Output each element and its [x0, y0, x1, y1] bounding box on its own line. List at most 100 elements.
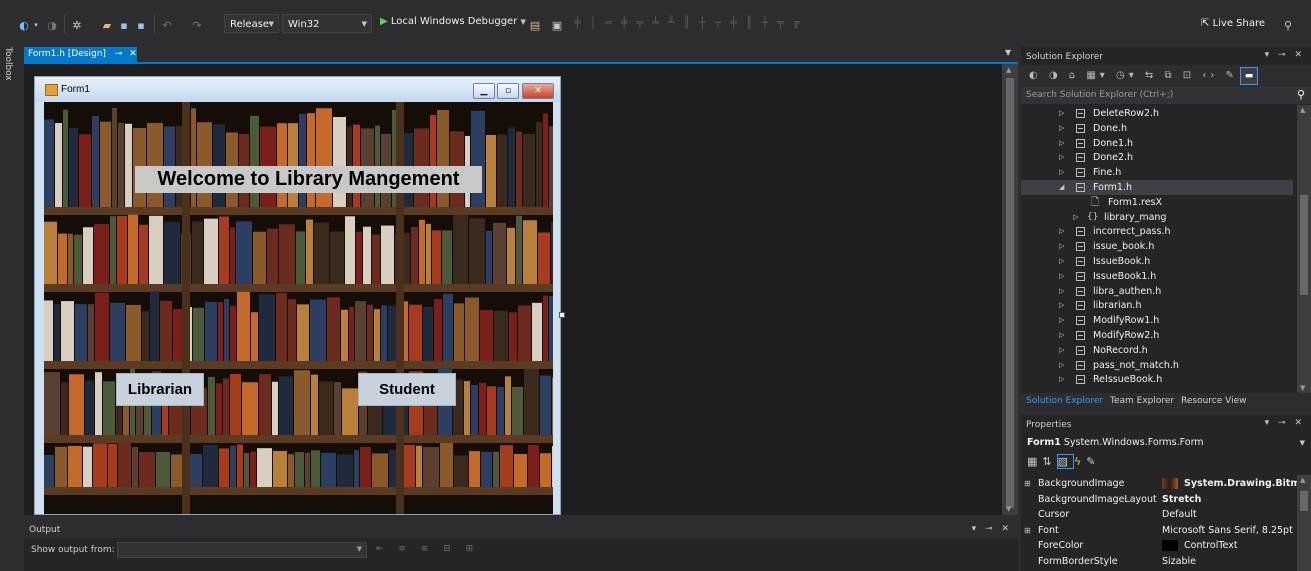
back-nav-icon[interactable]: ◐: [18, 18, 30, 32]
chevron-down-icon[interactable]: ▼: [1300, 439, 1305, 447]
maximize-icon[interactable]: ▫: [497, 83, 519, 99]
collapsed-arrow-icon[interactable]: ▷: [1059, 269, 1064, 284]
property-row[interactable]: FormBorderStyle Sizable: [1021, 554, 1297, 569]
open-folder-icon[interactable]: ▰: [100, 18, 114, 32]
view-grid-icon[interactable]: ▣: [550, 18, 564, 32]
property-value-cell[interactable]: ControlText: [1162, 538, 1238, 553]
save-all-icon[interactable]: ▪: [134, 18, 148, 32]
tree-item[interactable]: ▷ incorrect_pass.h: [1021, 224, 1293, 239]
tree-item[interactable]: ▷ issue_book.h: [1021, 239, 1293, 254]
panel-controls[interactable]: ▾ ⊸ ✕: [1265, 418, 1305, 428]
property-row[interactable]: Cursor Default: [1021, 507, 1297, 522]
collapsed-arrow-icon[interactable]: ▷: [1059, 328, 1064, 343]
property-value-cell[interactable]: Microsoft Sans Serif, 8.25pt: [1162, 523, 1293, 538]
tab-form1-design[interactable]: Form1.h [Design] ⊸ ✕: [24, 47, 137, 62]
search-icon[interactable]: ⚲: [1297, 88, 1305, 101]
collapsed-arrow-icon[interactable]: ▷: [1059, 239, 1064, 254]
tree-item[interactable]: ◢ Form1.h: [1021, 180, 1293, 195]
collapsed-arrow-icon[interactable]: ▷: [1059, 254, 1064, 269]
collapsed-arrow-icon[interactable]: ▷: [1059, 106, 1064, 121]
toolbox-tab[interactable]: Toolbox: [3, 47, 13, 81]
tree-item[interactable]: ▷ Done1.h: [1021, 136, 1293, 151]
librarian-button[interactable]: Librarian: [116, 373, 204, 406]
undo-icon[interactable]: ↶: [160, 18, 174, 32]
scrollbar-thumb[interactable]: [1300, 195, 1308, 295]
alphabetical-icon[interactable]: ⇅: [1042, 455, 1056, 468]
expand-icon[interactable]: ⊞: [1024, 523, 1031, 538]
save-icon[interactable]: ▪: [118, 18, 130, 32]
tab-team-explorer[interactable]: Team Explorer: [1110, 393, 1174, 410]
scroll-up-icon[interactable]: ▲: [1300, 476, 1305, 484]
solution-tree-scrollbar[interactable]: ▲ ▼: [1297, 105, 1311, 393]
tree-item[interactable]: ▷ ModifyRow1.h: [1021, 313, 1293, 328]
categorized-icon[interactable]: ▦: [1027, 455, 1042, 468]
tree-item[interactable]: ▷ librarian.h: [1021, 298, 1293, 313]
welcome-label[interactable]: Welcome to Library Mangement: [135, 166, 482, 193]
tree-item[interactable]: ▷ ReIssueBook.h: [1021, 372, 1293, 387]
solution-explorer-tool-icons[interactable]: ◐ ◑ ⌂ ▦▾ ◷▾ ⇆ ⧉ ⊡ ‹› ✎: [1029, 70, 1238, 81]
toolbar-action-icon[interactable]: ▤: [528, 18, 542, 32]
events-icon[interactable]: ϟ: [1074, 455, 1086, 468]
solution-search-box[interactable]: Search Solution Explorer (Ctrl+;) ⚲: [1021, 87, 1311, 104]
student-button[interactable]: Student: [358, 373, 456, 406]
properties-object-selector[interactable]: Form1 System.Windows.Forms.Form: [1027, 437, 1204, 448]
collapsed-arrow-icon[interactable]: ▷: [1059, 121, 1064, 136]
live-share-button[interactable]: ⇱ Live Share: [1201, 18, 1265, 29]
tree-item[interactable]: ▷ DeleteRow2.h: [1021, 106, 1293, 121]
resize-handle[interactable]: [559, 312, 565, 318]
collapsed-arrow-icon[interactable]: ▷: [1059, 298, 1064, 313]
tab-solution-explorer[interactable]: Solution Explorer: [1026, 393, 1103, 410]
tree-item[interactable]: ▷ {} library_mang: [1021, 210, 1293, 225]
close-icon[interactable]: ✕: [522, 83, 554, 99]
expanded-arrow-icon[interactable]: ◢: [1059, 180, 1064, 195]
tree-item[interactable]: ▷ NoRecord.h: [1021, 343, 1293, 358]
tree-item[interactable]: ▷ Done2.h: [1021, 150, 1293, 165]
scrollbar-thumb[interactable]: [1300, 491, 1308, 511]
form1-window[interactable]: Form1 ▁ ▫ ✕ Welcome to Library Mangement…: [34, 76, 561, 515]
collapsed-arrow-icon[interactable]: ▷: [1059, 313, 1064, 328]
panel-controls[interactable]: ▾ ⊸ ✕: [972, 524, 1012, 534]
scroll-up-icon[interactable]: ▲: [1300, 106, 1305, 114]
property-row[interactable]: BackgroundImageLayout Stretch: [1021, 492, 1297, 507]
property-row[interactable]: ⊞ Font Microsoft Sans Serif, 8.25pt: [1021, 523, 1297, 538]
redo-icon[interactable]: ↷: [190, 18, 204, 32]
configuration-dropdown[interactable]: Release ▼: [224, 14, 279, 33]
tree-item[interactable]: ▷ pass_not_match.h: [1021, 358, 1293, 373]
pin-icon[interactable]: ⊸: [115, 49, 123, 59]
start-debugger-button[interactable]: ▶ Local Windows Debugger ▼: [380, 16, 526, 27]
collapsed-arrow-icon[interactable]: ▷: [1059, 358, 1064, 373]
scrollbar-thumb[interactable]: [1006, 78, 1014, 508]
property-pages-icon[interactable]: ✎: [1086, 455, 1100, 468]
document-list-icon[interactable]: ▼: [1005, 48, 1011, 57]
forward-nav-icon[interactable]: ◑: [46, 18, 58, 32]
output-source-dropdown[interactable]: ▼: [117, 542, 367, 558]
minimize-icon[interactable]: ▁: [473, 83, 495, 99]
scroll-up-icon[interactable]: ▲: [1006, 66, 1011, 74]
collapsed-arrow-icon[interactable]: ▷: [1073, 210, 1078, 225]
tree-item[interactable]: ▷ libra_authen.h: [1021, 284, 1293, 299]
collapsed-arrow-icon[interactable]: ▷: [1059, 165, 1064, 180]
properties-toggle-icon[interactable]: ▬: [1240, 67, 1258, 85]
designer-scrollbar[interactable]: ▲ ▼: [1002, 64, 1018, 515]
property-value-cell[interactable]: Sizable: [1162, 554, 1196, 569]
user-account-icon[interactable]: ⚲: [1281, 18, 1295, 32]
properties-view-icon[interactable]: ▧: [1056, 454, 1075, 469]
close-icon[interactable]: ✕: [129, 49, 137, 59]
tree-item[interactable]: 🗋 Form1.resX: [1021, 195, 1293, 210]
tree-item[interactable]: ▷ Done.h: [1021, 121, 1293, 136]
scroll-down-icon[interactable]: ▼: [1300, 384, 1305, 392]
collapsed-arrow-icon[interactable]: ▷: [1059, 284, 1064, 299]
property-value-cell[interactable]: Stretch: [1162, 492, 1201, 507]
chevron-down-icon[interactable]: ▾: [32, 18, 40, 32]
tree-item[interactable]: ▷ IssueBook.h: [1021, 254, 1293, 269]
collapsed-arrow-icon[interactable]: ▷: [1059, 224, 1064, 239]
property-row[interactable]: ForeColor ControlText: [1021, 538, 1297, 553]
property-value-cell[interactable]: Default: [1162, 507, 1197, 522]
property-row[interactable]: ⊞ BackgroundImage System.Drawing.Bitmap: [1021, 476, 1297, 491]
tree-item[interactable]: ▷ Fine.h: [1021, 165, 1293, 180]
collapsed-arrow-icon[interactable]: ▷: [1059, 150, 1064, 165]
scroll-down-icon[interactable]: ▼: [1006, 505, 1011, 513]
tab-resource-view[interactable]: Resource View: [1181, 393, 1247, 410]
tree-item[interactable]: ▷ ModifyRow2.h: [1021, 328, 1293, 343]
collapsed-arrow-icon[interactable]: ▷: [1059, 343, 1064, 358]
